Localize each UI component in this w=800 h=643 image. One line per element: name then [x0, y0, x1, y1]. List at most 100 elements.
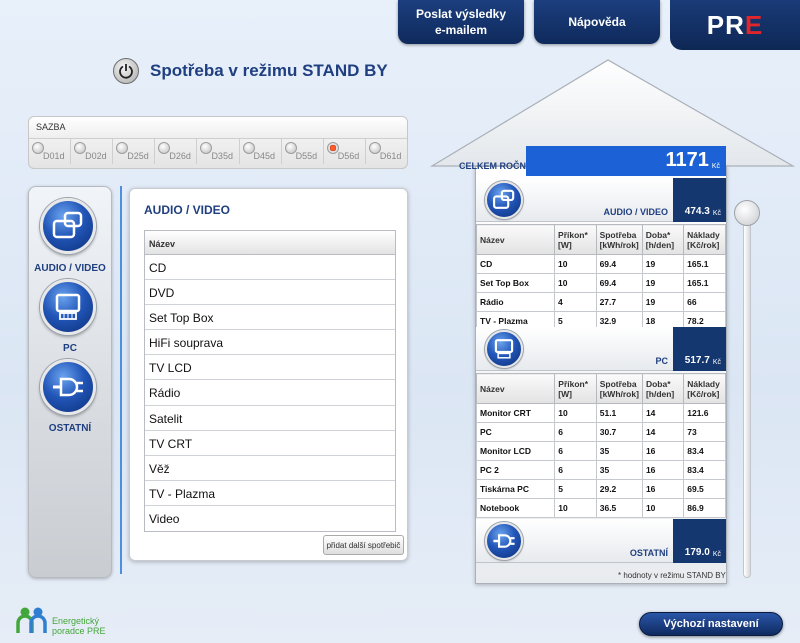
table-cell: 19: [641, 273, 685, 293]
section-pc-total-value: 517.7: [684, 355, 710, 366]
send-email-button[interactable]: Poslat výsledky e-mailem: [398, 0, 524, 44]
table-cell: 10: [641, 498, 685, 518]
help-button[interactable]: Nápověda: [534, 0, 660, 44]
device-list-item[interactable]: TV CRT: [145, 431, 395, 456]
table-cell: 165.1: [683, 273, 726, 293]
device-list-item[interactable]: Věž: [145, 456, 395, 481]
annual-total-currency: Kč: [711, 163, 720, 170]
table-cell: Rádio: [475, 292, 556, 312]
annual-total-box: 1171 Kč: [526, 146, 726, 176]
device-panel-title: AUDIO / VIDEO: [144, 203, 231, 217]
section-audio-video-icon-button[interactable]: [485, 181, 523, 219]
column-header: Příkon* [W]: [554, 224, 597, 255]
category-pc-button[interactable]: [40, 279, 96, 335]
section-other-name: OSTATNÍ: [629, 548, 668, 558]
section-pc-name: PC: [655, 356, 668, 366]
tariff-option-label: D61d: [379, 151, 402, 161]
table-cell: Set Top Box: [475, 273, 556, 293]
category-audio-video-button[interactable]: [40, 198, 96, 254]
scroll-slider-track[interactable]: [743, 212, 751, 578]
table-cell: 29.2: [595, 479, 643, 499]
section-other-icon-button[interactable]: [485, 522, 523, 560]
device-list-item[interactable]: Video: [145, 506, 395, 531]
logo-text-part1: PR: [706, 9, 745, 40]
category-other-button[interactable]: [40, 359, 96, 415]
pc-icon: [55, 293, 81, 320]
section-other-total-value: 179.0: [684, 547, 710, 558]
column-header: Náklady [Kč/rok]: [683, 373, 726, 404]
table-row[interactable]: PC 2 6 35 16 83.4: [475, 460, 726, 480]
table-cell: 10: [554, 254, 597, 274]
table-cell: Monitor CRT: [475, 403, 556, 423]
tariff-option[interactable]: D55d: [282, 139, 324, 164]
table-row[interactable]: PC 6 30.7 14 73: [475, 422, 726, 442]
tariff-option[interactable]: D61d: [366, 139, 407, 164]
section-pc-total: 517.7 Kč: [673, 327, 726, 371]
brand-line-1: Energetický: [52, 616, 100, 626]
power-icon: [113, 58, 139, 84]
table-cell: 30.7: [595, 422, 643, 442]
table-row[interactable]: Set Top Box 10 69.4 19 165.1: [475, 273, 726, 293]
table-row[interactable]: Monitor LCD 6 35 16 83.4: [475, 441, 726, 461]
table-cell: 73: [683, 422, 726, 442]
tariff-option[interactable]: D02d: [71, 139, 114, 164]
table-cell: 6: [554, 422, 597, 442]
section-audio-video-total-value: 474.3: [684, 206, 710, 217]
tariff-option[interactable]: D01d: [29, 139, 72, 164]
table-cell: 16: [641, 441, 685, 461]
tariff-option[interactable]: D25d: [113, 139, 156, 164]
device-list-item[interactable]: Satelit: [145, 406, 395, 431]
column-header: Doba* [h/den]: [641, 224, 685, 255]
table-cell: 27.7: [595, 292, 643, 312]
table-cell: Monitor LCD: [475, 441, 556, 461]
table-row[interactable]: Rádio 4 27.7 19 66: [475, 292, 726, 312]
column-header: Název: [475, 373, 556, 404]
device-list-item[interactable]: CD: [145, 255, 395, 281]
device-list-item[interactable]: Rádio: [145, 380, 395, 406]
table-row[interactable]: Monitor CRT 10 51.1 14 121.6: [475, 403, 726, 423]
section-audio-video-total: 474.3 Kč: [673, 178, 726, 222]
column-header: Náklady [Kč/rok]: [683, 224, 726, 255]
device-panel: AUDIO / VIDEO Název CD DVD Set Top Box HiFi…: [129, 188, 408, 561]
tariff-option[interactable]: D35d: [197, 139, 240, 164]
device-list-item[interactable]: DVD: [145, 280, 395, 306]
device-list-item[interactable]: Set Top Box: [145, 305, 395, 331]
brand-line-2: poradce PRE: [52, 626, 106, 636]
table-cell: 16: [641, 460, 685, 480]
table-row[interactable]: CD 10 69.4 19 165.1: [475, 254, 726, 274]
device-list-item[interactable]: TV LCD: [145, 355, 395, 381]
energy-advisor-logo-icon: [16, 607, 47, 633]
pc-icon: [494, 339, 514, 359]
scroll-slider-knob[interactable]: [734, 200, 760, 226]
section-pc-icon-button[interactable]: [485, 330, 523, 368]
table-cell: 165.1: [683, 254, 726, 274]
table-row[interactable]: Tiskárna PC 5 29.2 16 69.5: [475, 479, 726, 499]
tariff-option[interactable]: D56d: [324, 139, 366, 164]
table-row[interactable]: Notebook 10 36.5 10 86.9: [475, 498, 726, 518]
column-header: Spotřeba [kWh/rok]: [595, 224, 643, 255]
table-cell: 10: [554, 498, 597, 518]
table-cell: Notebook: [475, 498, 556, 518]
table-cell: CD: [475, 254, 556, 274]
device-list: Název CD DVD Set Top Box HiFi souprava TV LC…: [144, 230, 396, 532]
device-list-item[interactable]: TV - Plazma: [145, 481, 395, 506]
table-cell: 35: [595, 441, 643, 461]
table-cell: PC: [475, 422, 556, 442]
table-cell: 14: [641, 422, 685, 442]
table-cell: 69.4: [595, 273, 643, 293]
audio-video-icon: [493, 189, 515, 209]
tariff-option-label: D56d: [337, 151, 360, 161]
table-cell: Tiskárna PC: [475, 479, 556, 499]
section-pc-total-currency: Kč: [712, 359, 721, 366]
table-cell: 5: [554, 479, 597, 499]
table-cell: 10: [554, 403, 597, 423]
tariff-selector: SAZBA D01d D02d D25d D26d D35d D45d D55d D56d D6…: [28, 116, 408, 169]
device-list-header: Název: [145, 231, 395, 255]
add-appliance-button[interactable]: přidat další spotřebič: [323, 535, 404, 555]
device-list-item[interactable]: HiFi souprava: [145, 330, 395, 356]
table-cell: 51.1: [595, 403, 643, 423]
tariff-option[interactable]: D26d: [155, 139, 198, 164]
pre-logo: PR E: [670, 0, 800, 50]
reset-defaults-button[interactable]: Výchozí nastavení: [639, 612, 783, 636]
tariff-option[interactable]: D45d: [240, 139, 282, 164]
